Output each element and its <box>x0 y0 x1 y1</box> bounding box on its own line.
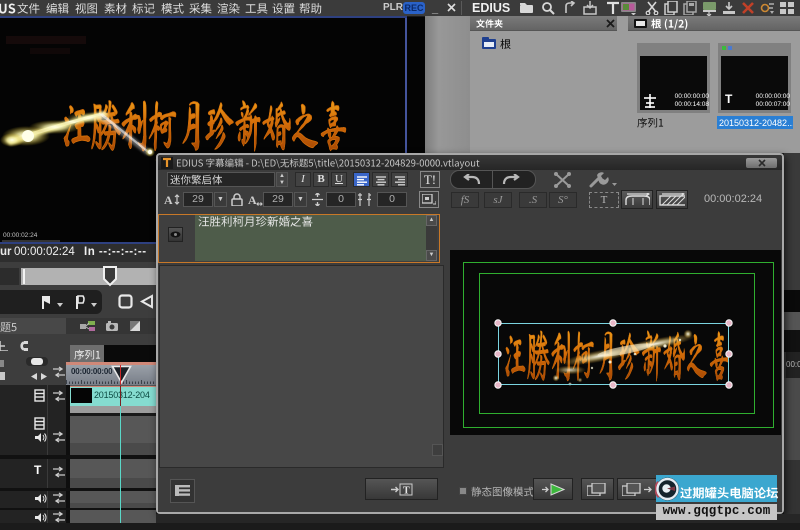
svg-text:A: A <box>248 193 257 206</box>
svg-text:T: T <box>403 486 410 497</box>
svg-text:A: A <box>164 193 173 206</box>
